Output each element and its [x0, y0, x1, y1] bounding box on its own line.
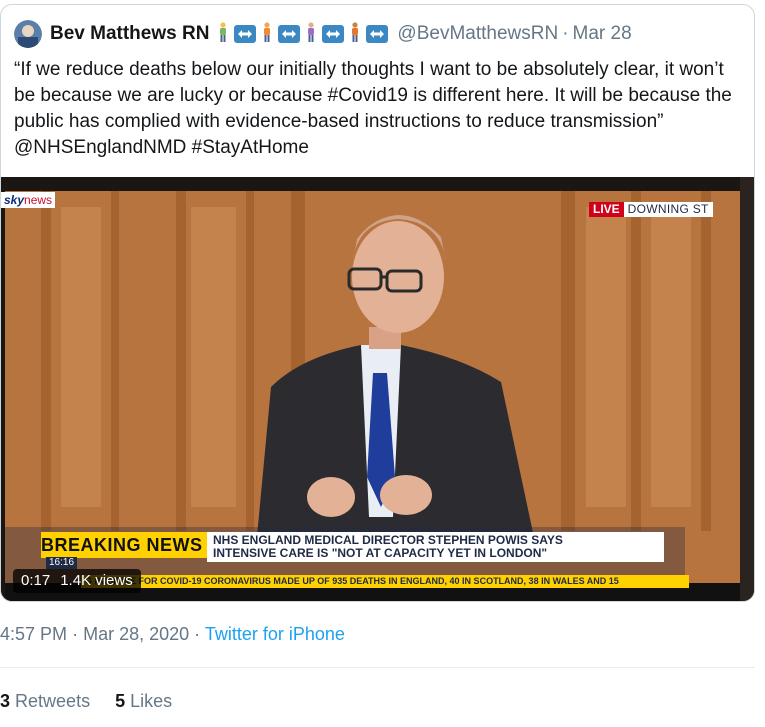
person-icon	[306, 21, 316, 47]
breaking-news-banner: BREAKING NEWS	[41, 532, 211, 558]
left-right-arrow-icon	[366, 25, 389, 43]
author-name[interactable]: Bev Matthews RN	[50, 23, 209, 45]
tweet-time[interactable]: 4:57 PM	[0, 624, 67, 644]
name-emojis	[215, 21, 391, 47]
person-icon	[218, 21, 228, 47]
news-headline: NHS ENGLAND MEDICAL DIRECTOR STEPHEN POW…	[207, 532, 664, 562]
left-right-arrow-icon	[322, 25, 345, 43]
person-icon	[350, 21, 360, 47]
person-icon	[262, 21, 272, 47]
meta-separator: ·	[72, 624, 79, 644]
left-right-arrow-icon	[278, 25, 301, 43]
tweet-header: Bev Matthews RN @BevMatthewsRN · Mar 28	[14, 19, 632, 49]
breaking-news-label: BREAKING NEWS	[41, 532, 211, 558]
headline-line-2: INTENSIVE CARE IS "NOT AT CAPACITY YET I…	[213, 546, 548, 560]
separator-dot: ·	[562, 23, 569, 44]
tweet-source-link[interactable]: Twitter for iPhone	[205, 624, 345, 644]
retweets-stat[interactable]: 3 Retweets	[0, 691, 95, 711]
channel-logo-news: news	[24, 193, 53, 207]
left-right-arrow-icon	[234, 25, 257, 43]
tweet-date[interactable]: Mar 28	[573, 23, 632, 45]
video-player[interactable]: skynews LIVE DOWNING ST BREAKING NEWS NH…	[1, 177, 754, 601]
news-ticker: G POSITIVE FOR COVID-19 CORONAVIRUS MADE…	[81, 575, 689, 588]
channel-logo-sky: sky	[4, 193, 25, 207]
location-label: DOWNING ST	[623, 202, 713, 217]
author-handle[interactable]: @BevMatthewsRN	[397, 23, 558, 45]
likes-label: Likes	[130, 691, 173, 711]
channel-logo: skynews	[1, 192, 56, 208]
video-info-overlay: 0:17 1.4K views	[13, 569, 141, 593]
live-badge: LIVE DOWNING ST	[589, 202, 713, 217]
tweet-card: Bev Matthews RN @BevMatthewsRN · Mar 28 …	[0, 4, 755, 602]
likes-stat[interactable]: 5 Likes	[115, 691, 172, 711]
tweet-meta: 4:57 PM · Mar 28, 2020 · Twitter for iPh…	[0, 624, 345, 645]
tweet-full-date[interactable]: Mar 28, 2020	[83, 624, 189, 644]
live-label: LIVE	[589, 202, 624, 217]
likes-count: 5	[115, 691, 126, 711]
meta-separator-2: ·	[194, 624, 201, 644]
tweet-stats: 3 Retweets 5 Likes	[0, 691, 192, 712]
avatar[interactable]	[14, 20, 42, 48]
ticker-time: 16:16	[46, 557, 78, 569]
retweets-count: 3	[0, 691, 11, 711]
video-views: 1.4K views	[60, 572, 133, 589]
retweets-label: Retweets	[15, 691, 91, 711]
tweet-text: “If we reduce deaths below our initially…	[14, 59, 732, 158]
divider	[0, 667, 755, 668]
video-duration: 0:17	[21, 572, 51, 589]
